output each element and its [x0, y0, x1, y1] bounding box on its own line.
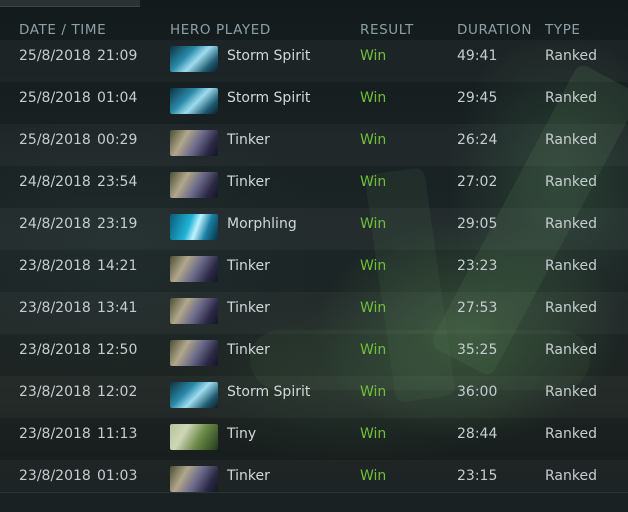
hero-portrait-morphling[interactable]	[170, 214, 218, 240]
match-row[interactable]: 24/8/2018 23:19 Morphling Win 29:05 Rank…	[0, 208, 628, 250]
hero-name: Tiny	[227, 426, 257, 442]
hero-name: Tinker	[227, 132, 270, 148]
hero-name: Tinker	[227, 468, 270, 484]
hero-portrait-storm-spirit[interactable]	[170, 46, 218, 72]
match-result: Win	[360, 132, 387, 148]
match-row[interactable]: 23/8/2018 13:41 Tinker Win 27:53 Ranked	[0, 292, 628, 334]
match-date: 23/8/2018	[19, 384, 91, 400]
match-time: 23:19	[97, 216, 138, 232]
match-time: 00:29	[97, 132, 138, 148]
match-duration: 29:45	[457, 90, 498, 106]
match-row[interactable]: 23/8/2018 11:13 Tiny Win 28:44 Ranked	[0, 418, 628, 460]
match-date: 23/8/2018	[19, 426, 91, 442]
footer-bar	[0, 492, 628, 512]
hero-portrait-storm-spirit[interactable]	[170, 88, 218, 114]
match-result: Win	[360, 258, 387, 274]
match-type: Ranked	[545, 132, 597, 148]
hero-portrait-tinker[interactable]	[170, 298, 218, 324]
match-result: Win	[360, 426, 387, 442]
match-row[interactable]: 25/8/2018 21:09 Storm Spirit Win 49:41 R…	[0, 40, 628, 82]
match-duration: 29:05	[457, 216, 498, 232]
match-duration: 28:44	[457, 426, 498, 442]
match-type: Ranked	[545, 300, 597, 316]
match-type: Ranked	[545, 216, 597, 232]
match-date: 24/8/2018	[19, 216, 91, 232]
table-header: DATE / TIME HERO PLAYED RESULT DURATION …	[0, 22, 628, 40]
match-duration: 23:15	[457, 468, 498, 484]
match-type: Ranked	[545, 174, 597, 190]
match-history-table: 25/8/2018 21:09 Storm Spirit Win 49:41 R…	[0, 40, 628, 502]
column-header-date-time[interactable]: DATE / TIME	[19, 22, 106, 38]
match-time: 12:02	[97, 384, 138, 400]
match-duration: 36:00	[457, 384, 498, 400]
match-type: Ranked	[545, 90, 597, 106]
match-type: Ranked	[545, 426, 597, 442]
hero-portrait-tinker[interactable]	[170, 340, 218, 366]
top-tab[interactable]	[0, 0, 140, 7]
match-date: 23/8/2018	[19, 468, 91, 484]
column-header-hero[interactable]: HERO PLAYED	[170, 22, 271, 38]
match-date: 23/8/2018	[19, 342, 91, 358]
hero-portrait-tiny[interactable]	[170, 424, 218, 450]
match-time: 12:50	[97, 342, 138, 358]
match-result: Win	[360, 342, 387, 358]
match-row[interactable]: 25/8/2018 01:04 Storm Spirit Win 29:45 R…	[0, 82, 628, 124]
hero-portrait-storm-spirit[interactable]	[170, 382, 218, 408]
hero-name: Tinker	[227, 300, 270, 316]
match-time: 01:04	[97, 90, 138, 106]
column-header-type[interactable]: TYPE	[545, 22, 581, 38]
match-date: 23/8/2018	[19, 258, 91, 274]
match-duration: 27:02	[457, 174, 498, 190]
column-header-result[interactable]: RESULT	[360, 22, 414, 38]
hero-name: Tinker	[227, 174, 270, 190]
hero-name: Storm Spirit	[227, 48, 311, 64]
hero-name: Tinker	[227, 258, 270, 274]
match-time: 13:41	[97, 300, 138, 316]
match-duration: 26:24	[457, 132, 498, 148]
hero-portrait-tinker[interactable]	[170, 466, 218, 492]
match-result: Win	[360, 174, 387, 190]
match-type: Ranked	[545, 384, 597, 400]
hero-portrait-tinker[interactable]	[170, 172, 218, 198]
match-duration: 23:23	[457, 258, 498, 274]
match-result: Win	[360, 468, 387, 484]
match-type: Ranked	[545, 468, 597, 484]
match-time: 14:21	[97, 258, 138, 274]
match-time: 01:03	[97, 468, 138, 484]
hero-name: Morphling	[227, 216, 297, 232]
match-result: Win	[360, 48, 387, 64]
match-row[interactable]: 23/8/2018 12:02 Storm Spirit Win 36:00 R…	[0, 376, 628, 418]
match-date: 25/8/2018	[19, 90, 91, 106]
hero-portrait-tinker[interactable]	[170, 130, 218, 156]
hero-name: Storm Spirit	[227, 384, 311, 400]
match-time: 11:13	[97, 426, 138, 442]
match-date: 25/8/2018	[19, 132, 91, 148]
match-duration: 49:41	[457, 48, 498, 64]
match-row[interactable]: 24/8/2018 23:54 Tinker Win 27:02 Ranked	[0, 166, 628, 208]
match-type: Ranked	[545, 342, 597, 358]
match-type: Ranked	[545, 258, 597, 274]
hero-portrait-tinker[interactable]	[170, 256, 218, 282]
match-result: Win	[360, 300, 387, 316]
match-duration: 35:25	[457, 342, 498, 358]
column-header-duration[interactable]: DURATION	[457, 22, 532, 38]
match-result: Win	[360, 90, 387, 106]
match-date: 25/8/2018	[19, 48, 91, 64]
match-type: Ranked	[545, 48, 597, 64]
match-time: 21:09	[97, 48, 138, 64]
match-duration: 27:53	[457, 300, 498, 316]
hero-name: Storm Spirit	[227, 90, 311, 106]
match-row[interactable]: 25/8/2018 00:29 Tinker Win 26:24 Ranked	[0, 124, 628, 166]
match-row[interactable]: 23/8/2018 14:21 Tinker Win 23:23 Ranked	[0, 250, 628, 292]
match-result: Win	[360, 384, 387, 400]
match-row[interactable]: 23/8/2018 12:50 Tinker Win 35:25 Ranked	[0, 334, 628, 376]
match-date: 23/8/2018	[19, 300, 91, 316]
match-time: 23:54	[97, 174, 138, 190]
match-result: Win	[360, 216, 387, 232]
hero-name: Tinker	[227, 342, 270, 358]
match-date: 24/8/2018	[19, 174, 91, 190]
